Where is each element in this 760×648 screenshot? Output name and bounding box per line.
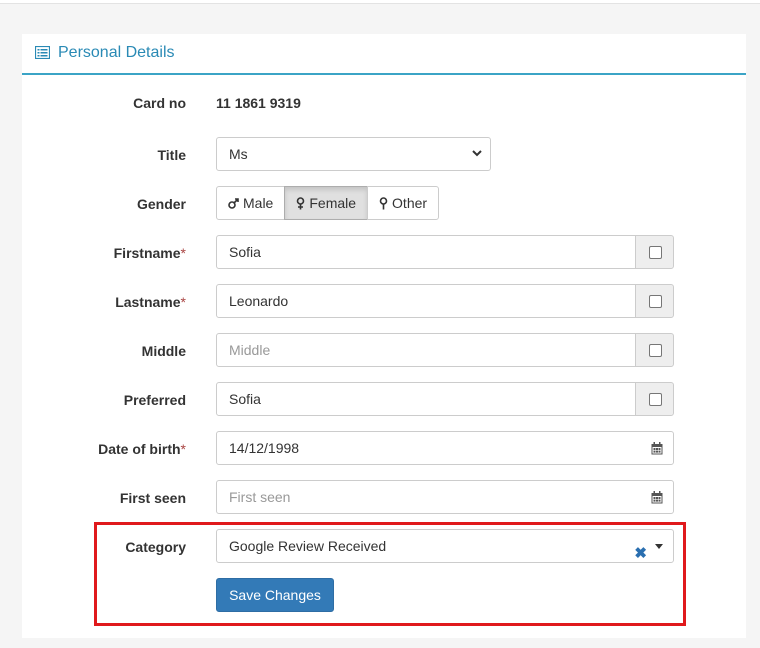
first-seen-input[interactable]: First seen <box>216 480 674 514</box>
calendar-icon[interactable] <box>651 442 663 455</box>
first-seen-label: First seen <box>119 490 186 506</box>
firstname-input[interactable]: Sofia <box>216 235 636 269</box>
chevron-down-icon <box>472 150 482 157</box>
panel-title: Personal Details <box>58 44 175 61</box>
firstname-addon <box>635 235 674 269</box>
title-select-value: Ms <box>229 146 248 162</box>
middle-checkbox[interactable] <box>649 344 662 357</box>
gender-button-group: Male Female Other <box>216 186 440 220</box>
panel-heading: Personal Details <box>22 34 746 75</box>
middle-label: Middle <box>141 343 186 359</box>
preferred-label: Preferred <box>123 392 186 408</box>
lastname-input[interactable]: Leonardo <box>216 284 636 318</box>
title-select[interactable]: Ms <box>216 137 491 171</box>
gender-other-label: Other <box>392 195 428 211</box>
card-no-value: 11 1861 9319 <box>216 95 301 111</box>
lastname-label: Lastname* <box>115 294 186 310</box>
gender-female-label: Female <box>309 195 357 211</box>
card-no-label: Card no <box>133 95 186 111</box>
gender-label: Gender <box>136 196 186 212</box>
gender-female-button[interactable]: Female <box>284 186 369 220</box>
required-marker: * <box>180 294 186 310</box>
gender-other-button[interactable]: Other <box>367 186 440 220</box>
middle-input[interactable]: Middle <box>216 333 636 367</box>
preferred-checkbox[interactable] <box>649 393 662 406</box>
top-bar <box>0 0 760 4</box>
required-marker: * <box>180 441 186 457</box>
firstname-checkbox[interactable] <box>649 246 662 259</box>
required-marker: * <box>180 245 186 261</box>
gender-male-button[interactable]: Male <box>216 186 286 220</box>
dob-input[interactable]: 14/12/1998 <box>216 431 674 465</box>
preferred-input[interactable]: Sofia <box>216 382 636 416</box>
lastname-addon <box>635 284 674 318</box>
highlight-box <box>94 522 686 626</box>
gender-male-label: Male <box>243 195 274 211</box>
preferred-addon <box>635 382 674 416</box>
female-icon <box>297 196 305 209</box>
title-label: Title <box>157 147 186 163</box>
other-gender-icon <box>379 196 388 209</box>
male-icon <box>228 197 239 209</box>
middle-addon <box>635 333 674 367</box>
dob-label: Date of birth* <box>98 441 186 457</box>
firstname-label: Firstname* <box>113 245 186 261</box>
list-icon <box>35 46 50 59</box>
lastname-checkbox[interactable] <box>649 295 662 308</box>
calendar-icon[interactable] <box>651 491 663 504</box>
